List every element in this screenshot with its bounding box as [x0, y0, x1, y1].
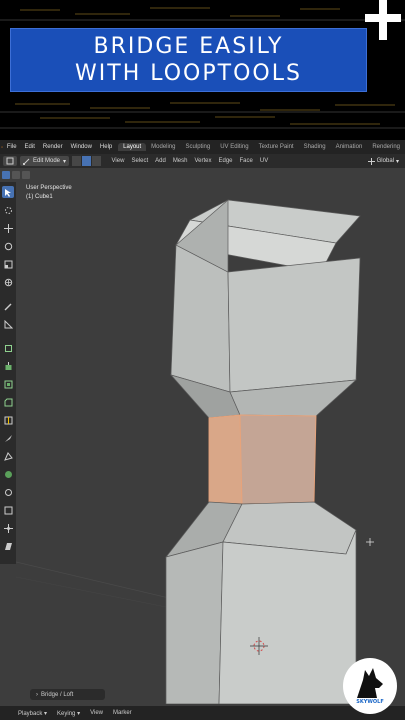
poly-build-icon[interactable]: [2, 450, 14, 462]
selection-mode-extend-icon[interactable]: [12, 171, 20, 179]
mesh-face: [218, 529, 357, 704]
bevel-icon[interactable]: [2, 396, 14, 408]
shear-icon[interactable]: [2, 540, 14, 552]
channel-logo: SKYWOLF: [343, 658, 397, 714]
plus-icon: [365, 0, 401, 40]
menu-select[interactable]: Select: [128, 158, 152, 164]
menu-mesh[interactable]: Mesh: [169, 158, 191, 164]
spin-icon[interactable]: [2, 468, 14, 480]
selection-mode-subtract-icon[interactable]: [22, 171, 30, 179]
crosshair-icon: [366, 538, 374, 546]
tab-animation[interactable]: Animation: [331, 143, 368, 151]
menu-face[interactable]: Face: [236, 158, 256, 164]
tab-layout[interactable]: Layout: [118, 143, 147, 151]
menu-uv[interactable]: UV: [256, 158, 271, 164]
selection-mode-new-icon[interactable]: [2, 171, 10, 179]
select-box-icon[interactable]: [2, 186, 14, 198]
menu-help[interactable]: Help: [96, 144, 116, 150]
operator-panel[interactable]: › Bridge / Loft: [30, 689, 105, 700]
scale-icon[interactable]: [2, 258, 14, 270]
measure-icon[interactable]: [2, 318, 14, 330]
tool-settings-bar: [0, 168, 405, 182]
face-select-icon[interactable]: [92, 156, 102, 166]
edit-mode-icon: [23, 158, 30, 165]
cursor-icon[interactable]: [2, 204, 14, 216]
tab-modeling[interactable]: Modeling: [146, 143, 180, 151]
mode-label: Edit Mode: [33, 158, 61, 164]
tab-uv-editing[interactable]: UV Editing: [215, 143, 253, 151]
3d-viewport[interactable]: [16, 182, 405, 704]
tab-sculpting[interactable]: Sculpting: [181, 143, 216, 151]
inset-icon[interactable]: [2, 378, 14, 390]
edge-slide-icon[interactable]: [2, 504, 14, 516]
tool-shelf: [0, 182, 16, 564]
timeline-header: Playback ▾ Keying ▾ View Marker: [0, 706, 405, 720]
menu-playback[interactable]: Playback ▾: [0, 710, 52, 717]
annotate-icon[interactable]: [2, 300, 14, 312]
orientation-icon: [367, 157, 375, 165]
select-mode-toggle[interactable]: [72, 156, 102, 166]
mesh-object[interactable]: [165, 199, 361, 704]
title-banner: BRIDGE EASILY WITH LOOPTOOLS: [10, 28, 367, 92]
tab-rendering[interactable]: Rendering: [367, 143, 405, 151]
operator-label: Bridge / Loft: [41, 691, 74, 698]
perspective-label: User Perspective: [26, 185, 72, 191]
mesh-face: [165, 541, 224, 704]
menu-view-timeline[interactable]: View: [85, 710, 108, 716]
chevron-down-icon: ▾: [63, 158, 67, 165]
menu-edit[interactable]: Edit: [21, 144, 39, 150]
menu-edge[interactable]: Edge: [215, 158, 236, 164]
orientation-dropdown[interactable]: Global ▾: [365, 156, 402, 166]
bridged-face-selected: [239, 414, 317, 505]
orientation-label: Global: [376, 158, 394, 164]
blender-window: File Edit Render Window Help Layout Mode…: [0, 140, 405, 720]
wolf-icon: [357, 668, 383, 698]
video-banner: BRIDGE EASILY WITH LOOPTOOLS: [0, 0, 405, 140]
title-line-1: BRIDGE EASILY: [93, 34, 284, 59]
knife-icon[interactable]: [2, 432, 14, 444]
viewport-header: Edit Mode ▾ View Select Add Mesh Vertex …: [0, 154, 405, 168]
rotate-icon[interactable]: [2, 240, 14, 252]
smooth-icon[interactable]: [2, 486, 14, 498]
shrink-fatten-icon[interactable]: [2, 522, 14, 534]
chevron-down-icon: ▾: [395, 158, 399, 165]
editor-type-button[interactable]: [3, 156, 17, 166]
menu-file[interactable]: File: [3, 144, 21, 150]
tab-shading[interactable]: Shading: [299, 143, 331, 151]
menu-marker[interactable]: Marker: [108, 710, 137, 716]
object-label: (1) Cube1: [26, 194, 53, 200]
menu-render[interactable]: Render: [39, 144, 67, 150]
move-icon[interactable]: [2, 222, 14, 234]
menu-window[interactable]: Window: [67, 144, 96, 150]
watermark-text: SKYWOLF: [356, 699, 384, 705]
add-cube-icon[interactable]: [2, 342, 14, 354]
mode-dropdown[interactable]: Edit Mode ▾: [20, 156, 70, 166]
edge-select-icon[interactable]: [82, 156, 92, 166]
bridged-face-selected: [208, 414, 243, 505]
tab-texture-paint[interactable]: Texture Paint: [254, 143, 299, 151]
chevron-right-icon: ›: [36, 691, 38, 698]
menu-view[interactable]: View: [108, 158, 128, 164]
mesh-face: [227, 257, 361, 393]
top-menubar: File Edit Render Window Help Layout Mode…: [0, 140, 405, 154]
menu-add[interactable]: Add: [152, 158, 170, 164]
menu-vertex[interactable]: Vertex: [191, 158, 215, 164]
transform-icon[interactable]: [2, 276, 14, 288]
menu-keying[interactable]: Keying ▾: [52, 710, 85, 717]
vertex-select-icon[interactable]: [72, 156, 82, 166]
viewport-editor-icon: [6, 157, 14, 165]
loop-cut-icon[interactable]: [2, 414, 14, 426]
extrude-icon[interactable]: [2, 360, 14, 372]
title-line-2: WITH LOOPTOOLS: [75, 61, 302, 86]
